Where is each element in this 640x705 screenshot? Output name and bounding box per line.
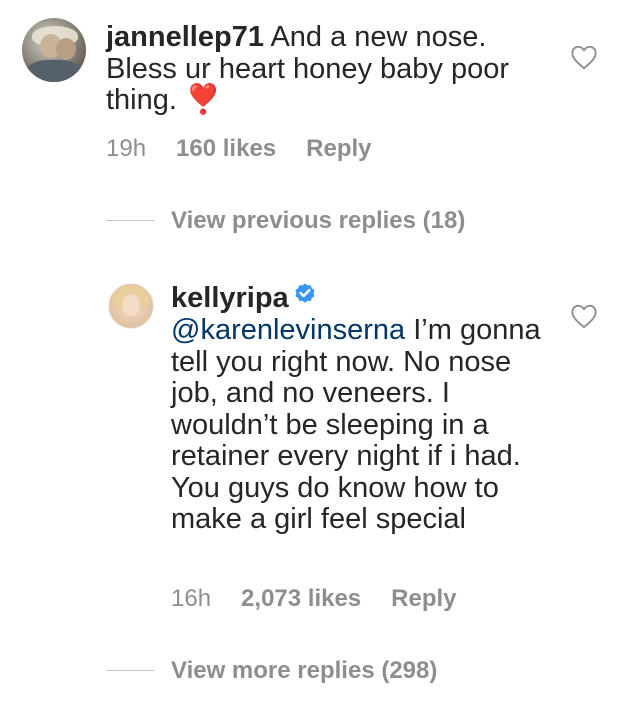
- view-more-replies-button[interactable]: View more replies (298): [171, 657, 437, 685]
- reply-body: kellyripa @karenlevinserna I’m gonna tell…: [171, 281, 551, 536]
- comment-likes[interactable]: 160 likes: [176, 135, 276, 162]
- avatar-kellyripa[interactable]: [108, 283, 154, 329]
- reply-meta: 16h 2,073 likes Reply: [171, 585, 457, 613]
- comment-meta: 19h 160 likes Reply: [106, 135, 372, 163]
- reply-time: 16h: [171, 585, 212, 612]
- divider: [106, 220, 154, 221]
- comment-time: 19h: [106, 135, 147, 162]
- like-heart-icon[interactable]: [570, 303, 598, 329]
- reply-button[interactable]: Reply: [391, 585, 456, 612]
- verified-badge-icon: [293, 281, 317, 313]
- heart-exclamation-emoji: ❣️: [185, 84, 222, 116]
- mention-link[interactable]: @karenlevinserna: [171, 314, 405, 346]
- reply-likes[interactable]: 2,073 likes: [241, 585, 361, 612]
- avatar-jannellep71[interactable]: [22, 18, 86, 82]
- comment-username[interactable]: jannellep71: [106, 21, 264, 53]
- reply-text: I’m gonna tell you right now. No nose jo…: [171, 314, 541, 536]
- like-heart-icon[interactable]: [570, 44, 598, 70]
- reply-button[interactable]: Reply: [306, 135, 371, 162]
- divider: [106, 670, 154, 671]
- reply-username[interactable]: kellyripa: [171, 282, 289, 314]
- view-previous-replies-button[interactable]: View previous replies (18): [171, 207, 465, 235]
- comment-body: jannellep71 And a new nose. Bless ur hea…: [106, 21, 546, 117]
